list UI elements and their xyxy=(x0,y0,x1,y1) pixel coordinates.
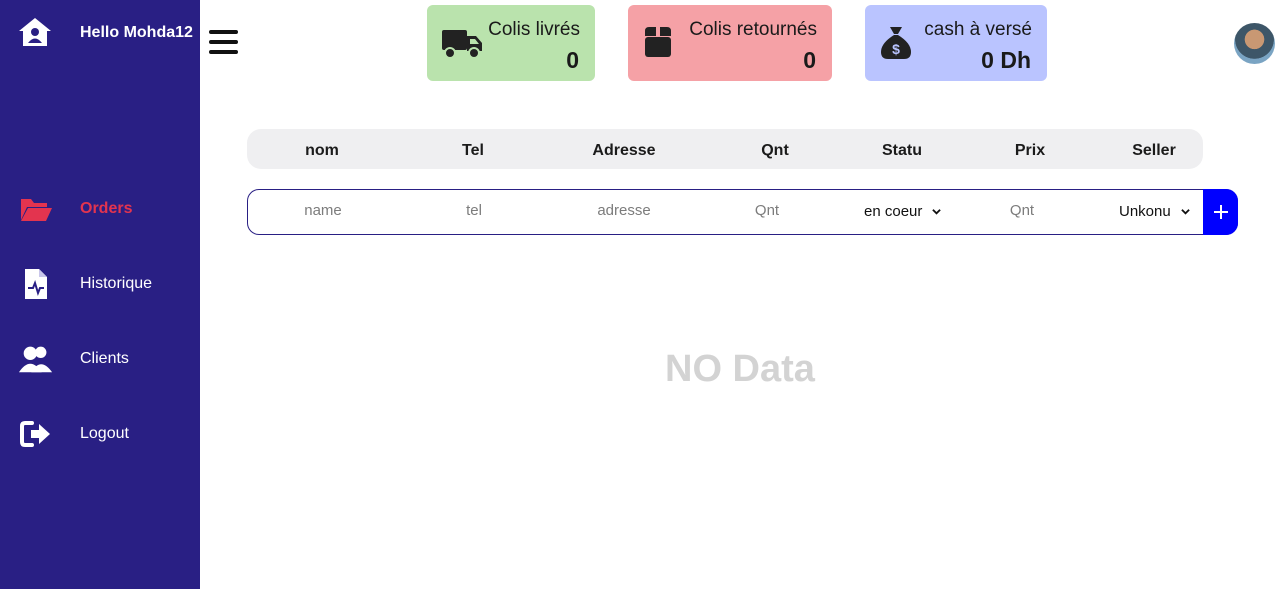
stat-value: 0 xyxy=(566,47,579,73)
sidebar-item-label: Orders xyxy=(80,200,133,217)
sign-out-icon xyxy=(18,418,54,450)
name-input[interactable] xyxy=(263,202,383,219)
empty-state-text: NO Data xyxy=(665,348,815,390)
home-user-icon xyxy=(19,18,51,46)
stat-title: cash à versé xyxy=(924,19,1032,40)
chevron-down-icon xyxy=(1180,209,1190,215)
folder-open-icon xyxy=(18,193,54,225)
stat-card-cash: $ cash à versé 0 Dh xyxy=(865,5,1047,81)
price-input[interactable] xyxy=(962,202,1082,219)
user-avatar[interactable] xyxy=(1234,23,1275,64)
sidebar-item-clients[interactable]: Clients xyxy=(0,339,200,379)
sidebar-item-label: Logout xyxy=(80,425,129,442)
truck-icon xyxy=(442,30,482,59)
sidebar-item-label: Clients xyxy=(80,350,129,367)
greeting: Hello Mohda12 xyxy=(80,24,193,41)
add-order-button[interactable] xyxy=(1203,189,1238,235)
sidebar-item-orders[interactable]: Orders xyxy=(0,189,200,229)
add-order-form: en coeur Unkonu xyxy=(247,189,1238,235)
sidebar-item-logout[interactable]: Logout xyxy=(0,414,200,454)
qnt-input[interactable] xyxy=(707,202,827,219)
status-select[interactable]: en coeur xyxy=(864,203,942,220)
file-medical-icon xyxy=(18,268,54,300)
column-header-qnt: Qnt xyxy=(761,142,789,159)
stat-value: 0 xyxy=(803,47,816,73)
column-header-seller: Seller xyxy=(1132,142,1176,159)
status-select-value: en coeur xyxy=(864,203,923,220)
column-header-statu: Statu xyxy=(882,142,922,159)
box-icon xyxy=(645,27,671,57)
stat-card-delivered: Colis livrés 0 xyxy=(427,5,595,81)
plus-icon xyxy=(1213,205,1228,219)
sidebar: Hello Mohda12 Orders Historique Clients … xyxy=(0,0,200,589)
stat-title: Colis livrés xyxy=(488,19,580,40)
chevron-down-icon xyxy=(932,209,942,215)
table-header: nom Tel Adresse Qnt Statu Prix Seller xyxy=(247,129,1203,169)
brand[interactable]: Hello Mohda12 xyxy=(18,16,193,48)
svg-text:$: $ xyxy=(892,41,900,57)
address-input[interactable] xyxy=(564,202,684,219)
tel-input[interactable] xyxy=(414,202,534,219)
seller-select[interactable]: Unkonu xyxy=(1119,203,1190,220)
column-header-tel: Tel xyxy=(462,142,484,159)
seller-select-value: Unkonu xyxy=(1119,203,1171,220)
money-bag-icon: $ xyxy=(881,27,911,59)
stat-value: 0 Dh xyxy=(981,47,1031,73)
column-header-nom: nom xyxy=(305,142,339,159)
users-icon xyxy=(18,343,54,375)
stat-card-returned: Colis retournés 0 xyxy=(628,5,832,81)
sidebar-item-label: Historique xyxy=(80,275,153,292)
hamburger-icon[interactable] xyxy=(209,30,239,56)
column-header-adresse: Adresse xyxy=(592,142,656,159)
stat-title: Colis retournés xyxy=(689,19,817,40)
column-header-prix: Prix xyxy=(1014,142,1046,159)
sidebar-item-historique[interactable]: Historique xyxy=(0,264,200,304)
